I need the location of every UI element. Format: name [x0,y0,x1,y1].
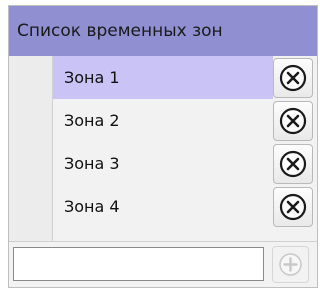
panel-title: Список временных зон [9,6,317,56]
plus-circle-icon [279,253,302,276]
zone-row-4[interactable]: Зона 4 [53,185,273,228]
zone-row-1[interactable]: Зона 1 [53,56,273,99]
zone-row-3[interactable]: Зона 3 [53,142,273,185]
zone-list: Зона 1 Зона 2 Зона 3 Зона 4 [9,56,317,241]
new-zone-name-input[interactable] [13,247,264,281]
delete-zone-2-button[interactable] [273,101,313,141]
delete-zone-4-button[interactable] [273,187,313,227]
close-circle-icon [279,64,307,92]
add-zone-bar [9,241,317,287]
list-gutter [9,56,53,241]
add-zone-button[interactable] [272,246,309,283]
delete-zone-3-button[interactable] [273,144,313,184]
delete-zone-1-button[interactable] [273,58,313,98]
close-circle-icon [279,150,307,178]
close-circle-icon [279,193,307,221]
zone-row-2[interactable]: Зона 2 [53,99,273,142]
time-zones-panel: Список временных зон Зона 1 Зона 2 Зона … [8,5,318,288]
close-circle-icon [279,107,307,135]
